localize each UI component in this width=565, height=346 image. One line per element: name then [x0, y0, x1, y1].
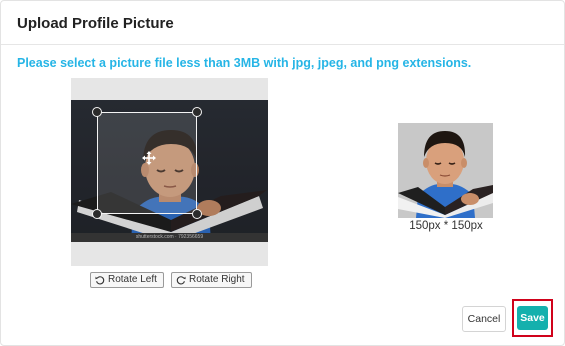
rotate-left-button[interactable]: Rotate Left: [90, 272, 164, 288]
modal-header: Upload Profile Picture: [1, 1, 564, 45]
rotate-right-icon: [176, 276, 186, 285]
save-button[interactable]: Save: [517, 306, 548, 330]
crop-selection-box[interactable]: [92, 107, 202, 219]
image-cropper[interactable]: shutterstock.com · 792356659: [71, 78, 268, 266]
rotate-left-label: Rotate Left: [108, 274, 157, 285]
rotate-left-icon: [95, 276, 105, 285]
crop-handle-top-right[interactable]: [192, 107, 202, 117]
preview-image: [398, 123, 493, 218]
modal-title: Upload Profile Picture: [17, 15, 174, 32]
rotate-right-button[interactable]: Rotate Right: [171, 272, 252, 288]
move-icon[interactable]: [142, 151, 156, 165]
rotate-right-label: Rotate Right: [189, 274, 245, 285]
upload-hint: Please select a picture file less than 3…: [17, 56, 472, 70]
crop-handle-bottom-right[interactable]: [192, 209, 202, 219]
preview-size-caption: 150px * 150px: [409, 220, 483, 232]
crop-handle-top-left[interactable]: [92, 107, 102, 117]
upload-profile-picture-modal: Upload Profile Picture Please select a p…: [0, 0, 565, 346]
cancel-button[interactable]: Cancel: [462, 306, 506, 332]
crop-handle-bottom-left[interactable]: [92, 209, 102, 219]
cropped-preview: [398, 123, 493, 218]
save-button-highlight: Save: [512, 299, 553, 337]
